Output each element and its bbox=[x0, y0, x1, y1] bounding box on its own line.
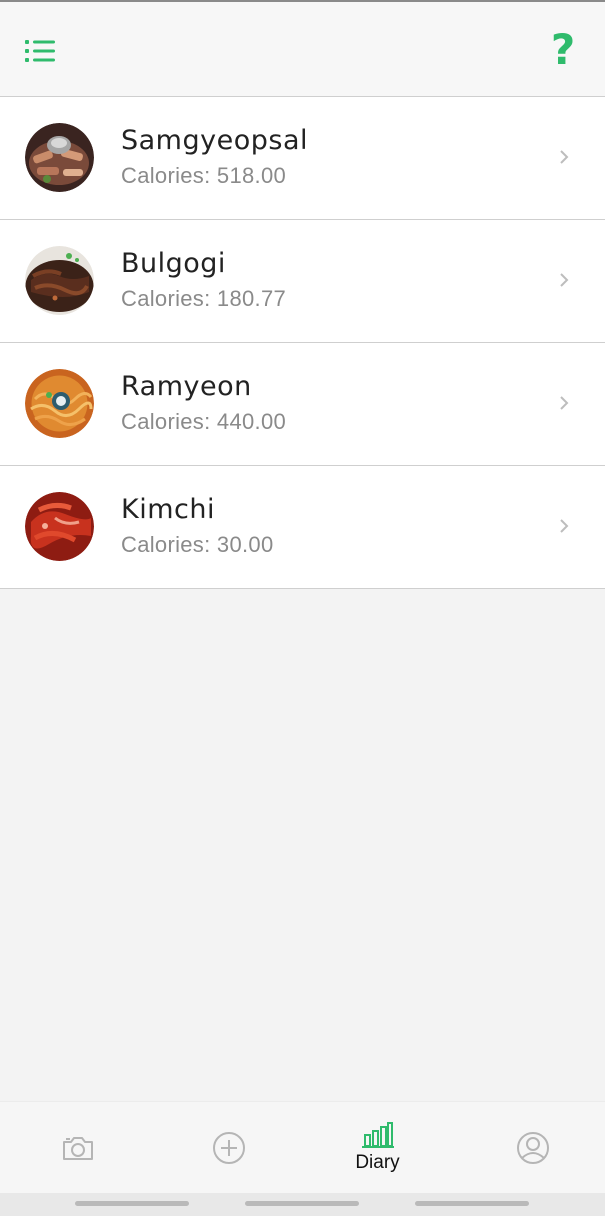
food-name: Kimchi bbox=[121, 494, 215, 525]
gesture-pill-center bbox=[245, 1201, 359, 1206]
food-calories: Calories: 440.00 bbox=[121, 409, 287, 434]
tab-profile[interactable] bbox=[457, 1102, 605, 1194]
chevron-right-icon bbox=[560, 396, 569, 410]
food-list-item-kimchi[interactable]: Kimchi Calories: 30.00 bbox=[0, 466, 605, 589]
food-calories: Calories: 518.00 bbox=[121, 163, 287, 188]
chevron-right-icon bbox=[560, 150, 569, 164]
plus-circle-icon bbox=[212, 1132, 245, 1164]
top-app-bar: ? bbox=[0, 0, 605, 97]
gesture-pill-right bbox=[415, 1201, 529, 1206]
food-name: Bulgogi bbox=[121, 248, 226, 279]
system-gesture-bar bbox=[0, 1193, 605, 1216]
ramyeon-photo bbox=[25, 369, 94, 438]
kimchi-photo bbox=[25, 492, 94, 561]
user-circle-icon bbox=[516, 1132, 549, 1164]
bar-chart-icon bbox=[361, 1122, 394, 1148]
food-name: Ramyeon bbox=[121, 371, 252, 402]
chevron-right-icon bbox=[560, 273, 569, 287]
bottom-navigation: Diary bbox=[0, 1101, 605, 1193]
samgyeopsal-photo bbox=[25, 123, 94, 192]
food-calories: Calories: 180.77 bbox=[121, 286, 287, 311]
list-icon bbox=[25, 40, 55, 62]
tab-add[interactable] bbox=[153, 1102, 304, 1194]
food-name: Samgyeopsal bbox=[121, 125, 308, 156]
food-list-item-bulgogi[interactable]: Bulgogi Calories: 180.77 bbox=[0, 220, 605, 343]
tab-diary[interactable]: Diary bbox=[302, 1102, 453, 1194]
menu-button[interactable] bbox=[18, 32, 62, 70]
question-mark-icon: ? bbox=[550, 25, 576, 74]
tab-camera[interactable] bbox=[2, 1102, 153, 1194]
food-calories: Calories: 30.00 bbox=[121, 532, 274, 557]
chevron-right-icon bbox=[560, 519, 569, 533]
food-list-item-samgyeopsal[interactable]: Samgyeopsal Calories: 518.00 bbox=[0, 97, 605, 220]
gesture-pill-left bbox=[75, 1201, 189, 1206]
help-button[interactable]: ? bbox=[543, 26, 583, 74]
food-list-item-ramyeon[interactable]: Ramyeon Calories: 440.00 bbox=[0, 343, 605, 466]
app-screen: ? Samgyeopsal Calories: 518.00 Bulgogi C… bbox=[0, 0, 605, 1216]
camera-icon bbox=[62, 1137, 93, 1160]
bulgogi-photo bbox=[25, 246, 94, 315]
food-list: Samgyeopsal Calories: 518.00 Bulgogi Cal… bbox=[0, 97, 605, 589]
tab-diary-label: Diary bbox=[355, 1152, 400, 1173]
